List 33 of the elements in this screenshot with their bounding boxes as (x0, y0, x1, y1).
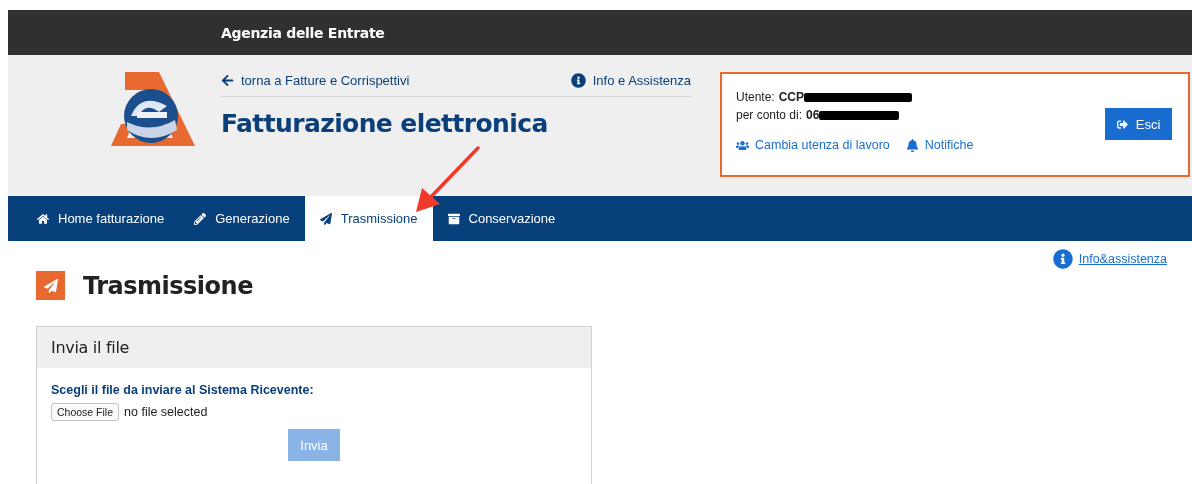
info-link[interactable]: Info e Assistenza (570, 73, 691, 88)
page-title: Trasmissione (83, 271, 253, 300)
help-link[interactable]: Info&assistenza (1052, 249, 1167, 269)
sign-out-icon (1116, 118, 1128, 130)
notifications-link[interactable]: Notifiche (905, 138, 974, 152)
back-link[interactable]: torna a Fatture e Corrispettivi (221, 73, 410, 88)
info-icon (1052, 249, 1073, 269)
nav-tab[interactable]: Trasmissione (304, 196, 433, 241)
archive-box-icon (447, 212, 460, 225)
switch-user-link[interactable]: Cambia utenza di lavoro (736, 138, 890, 152)
app-title: Fatturazione elettronica (221, 109, 549, 138)
file-status: no file selected (124, 405, 208, 419)
choose-file-button[interactable]: Choose File (51, 403, 120, 421)
paper-plane-icon (36, 271, 65, 300)
user-label: Utente: (736, 90, 775, 104)
nav-tab[interactable]: Generazione (179, 196, 305, 241)
users-icon (736, 138, 749, 152)
nav-tab[interactable]: Conservazione (432, 196, 571, 241)
info-icon (570, 73, 586, 88)
paper-plane-icon (319, 212, 332, 225)
account-label: per conto di: (736, 108, 803, 122)
bell-icon (905, 138, 919, 152)
user-value: CCP (778, 90, 805, 104)
nav-tab[interactable]: Home fatturazione (22, 196, 180, 241)
arrow-left-icon (221, 74, 234, 87)
annotation-arrow (416, 146, 480, 212)
logout-button[interactable]: Esci (1105, 108, 1172, 140)
account-value: 06 (806, 108, 820, 122)
pencil-icon (194, 212, 207, 225)
home-icon (37, 212, 49, 225)
field-label: Scegli il file da inviare al Sistema Ricevente: (51, 383, 315, 397)
panel-title: Invia il file (51, 338, 130, 357)
site-title: Agenzia delle Entrate (221, 24, 385, 41)
